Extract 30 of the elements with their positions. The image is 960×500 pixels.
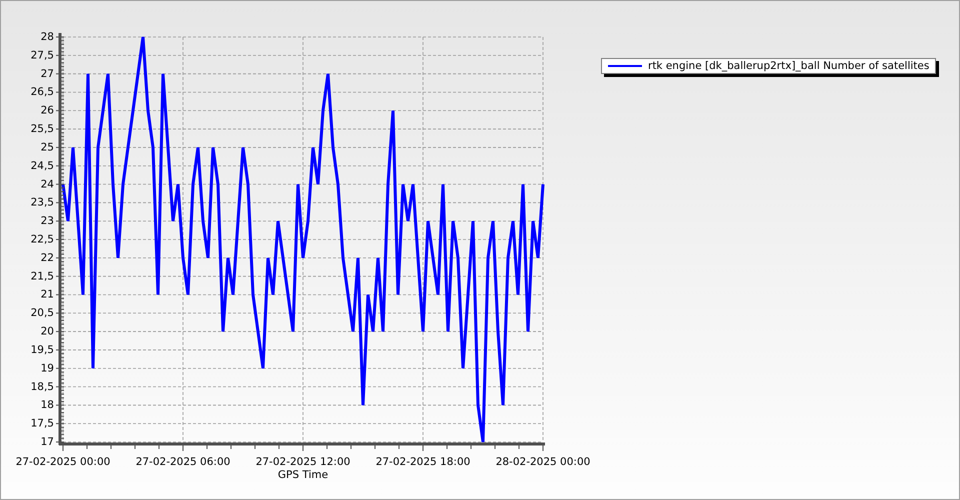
axis-tick-label: 18,5 <box>30 380 54 393</box>
axis-tick-label: 26,5 <box>30 86 54 98</box>
axis-tick-label: 20,5 <box>30 307 54 320</box>
axis-tick-label: 27-02-2025 18:00 <box>376 456 470 468</box>
axis-tick-label: 25,5 <box>30 123 54 136</box>
axis-tick-label: 25 <box>40 141 54 154</box>
axis-tick-label: 17,5 <box>30 418 54 430</box>
axis-tick-label: 27 <box>40 68 54 80</box>
axis-tick-label: 21 <box>40 288 54 301</box>
legend-label: rtk engine [dk_ballerup2rtx]_ball Number of satellites <box>648 60 930 72</box>
x-axis-title: GPS Time <box>278 469 328 481</box>
axis-tick-label: 22,5 <box>30 234 54 246</box>
axis-tick-label: 21,5 <box>30 270 54 282</box>
axis-tick-label: 27-02-2025 00:00 <box>16 456 110 468</box>
axis-tick-label: 26 <box>40 104 54 117</box>
axis-tick-label: 27-02-2025 12:00 <box>256 456 350 468</box>
axis-tick-label: 27-02-2025 06:00 <box>136 456 230 468</box>
axis-tick-label: 17 <box>40 436 54 448</box>
axis-tick-label: 28 <box>40 31 54 43</box>
axis-tick-label: 20 <box>40 326 54 338</box>
axis-tick-label: 19 <box>40 362 54 374</box>
axis-tick-label: 23,5 <box>30 196 54 209</box>
axis-tick-label: 27,5 <box>30 49 54 62</box>
axis-tick-label: 18 <box>40 399 54 412</box>
axis-tick-label: 24 <box>40 178 54 190</box>
axis-tick-label: 28-02-2025 00:00 <box>496 456 590 468</box>
axis-tick-label: 22 <box>40 252 54 264</box>
axis-tick-label: 23 <box>40 215 54 228</box>
axis-tick-label: 19,5 <box>30 344 54 356</box>
axis-tick-label: 24,5 <box>30 160 54 172</box>
